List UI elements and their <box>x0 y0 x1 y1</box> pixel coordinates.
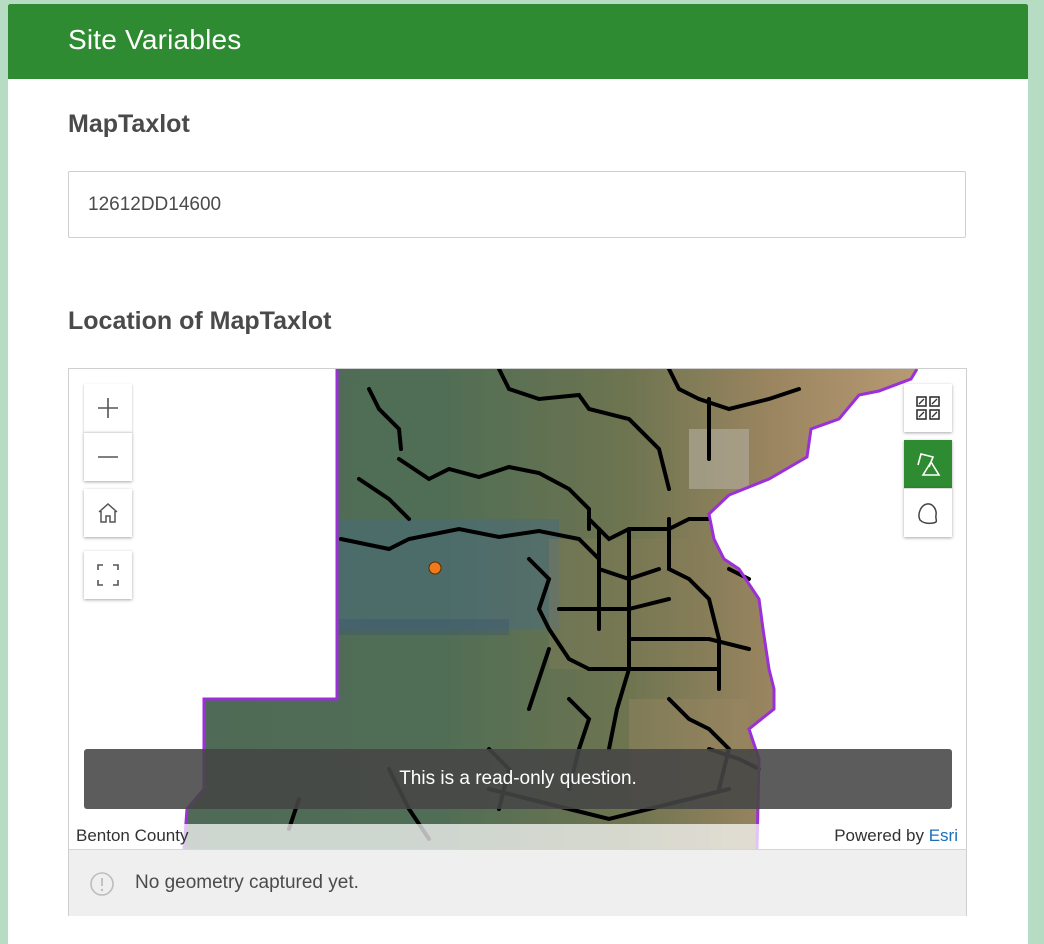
map-view[interactable]: This is a read-only question. Benton Cou… <box>69 369 966 849</box>
shape-draw-button[interactable] <box>904 440 952 488</box>
home-button[interactable] <box>84 489 132 537</box>
maptaxlot-input[interactable]: 12612DD14600 <box>68 171 966 238</box>
location-label: Location of MapTaxlot <box>68 307 332 335</box>
info-icon <box>90 872 114 896</box>
maptaxlot-value: 12612DD14600 <box>88 194 222 215</box>
fullscreen-button[interactable] <box>84 551 132 599</box>
page-header: Site Variables <box>8 4 1028 79</box>
zoom-out-button[interactable] <box>84 432 132 481</box>
geometry-status-text: No geometry captured yet. <box>135 872 359 893</box>
powered-by-text: Powered by <box>834 826 924 845</box>
shape-draw-icon <box>917 453 941 476</box>
basemap-gallery-icon <box>916 396 940 420</box>
basemap-gallery-button[interactable] <box>904 384 952 432</box>
powered-by: Powered by Esri <box>834 826 958 846</box>
zoom-out-icon <box>98 456 118 458</box>
home-icon <box>98 502 118 523</box>
attribution-bar <box>69 824 966 849</box>
survey-card: Site Variables MapTaxlot 12612DD14600 Lo… <box>8 4 1028 944</box>
map-widget: This is a read-only question. Benton Cou… <box>68 368 967 916</box>
freehand-draw-button[interactable] <box>904 488 952 537</box>
readonly-banner: This is a read-only question. <box>84 749 952 809</box>
freehand-draw-icon <box>918 503 938 525</box>
geometry-status: No geometry captured yet. <box>69 849 966 916</box>
zoom-in-button[interactable] <box>84 384 132 432</box>
fullscreen-icon <box>97 564 119 586</box>
maptaxlot-label: MapTaxlot <box>68 110 190 138</box>
page-title: Site Variables <box>68 24 242 55</box>
zoom-in-icon <box>98 398 118 418</box>
attribution-source: Benton County <box>76 826 189 845</box>
esri-link[interactable]: Esri <box>929 826 958 845</box>
